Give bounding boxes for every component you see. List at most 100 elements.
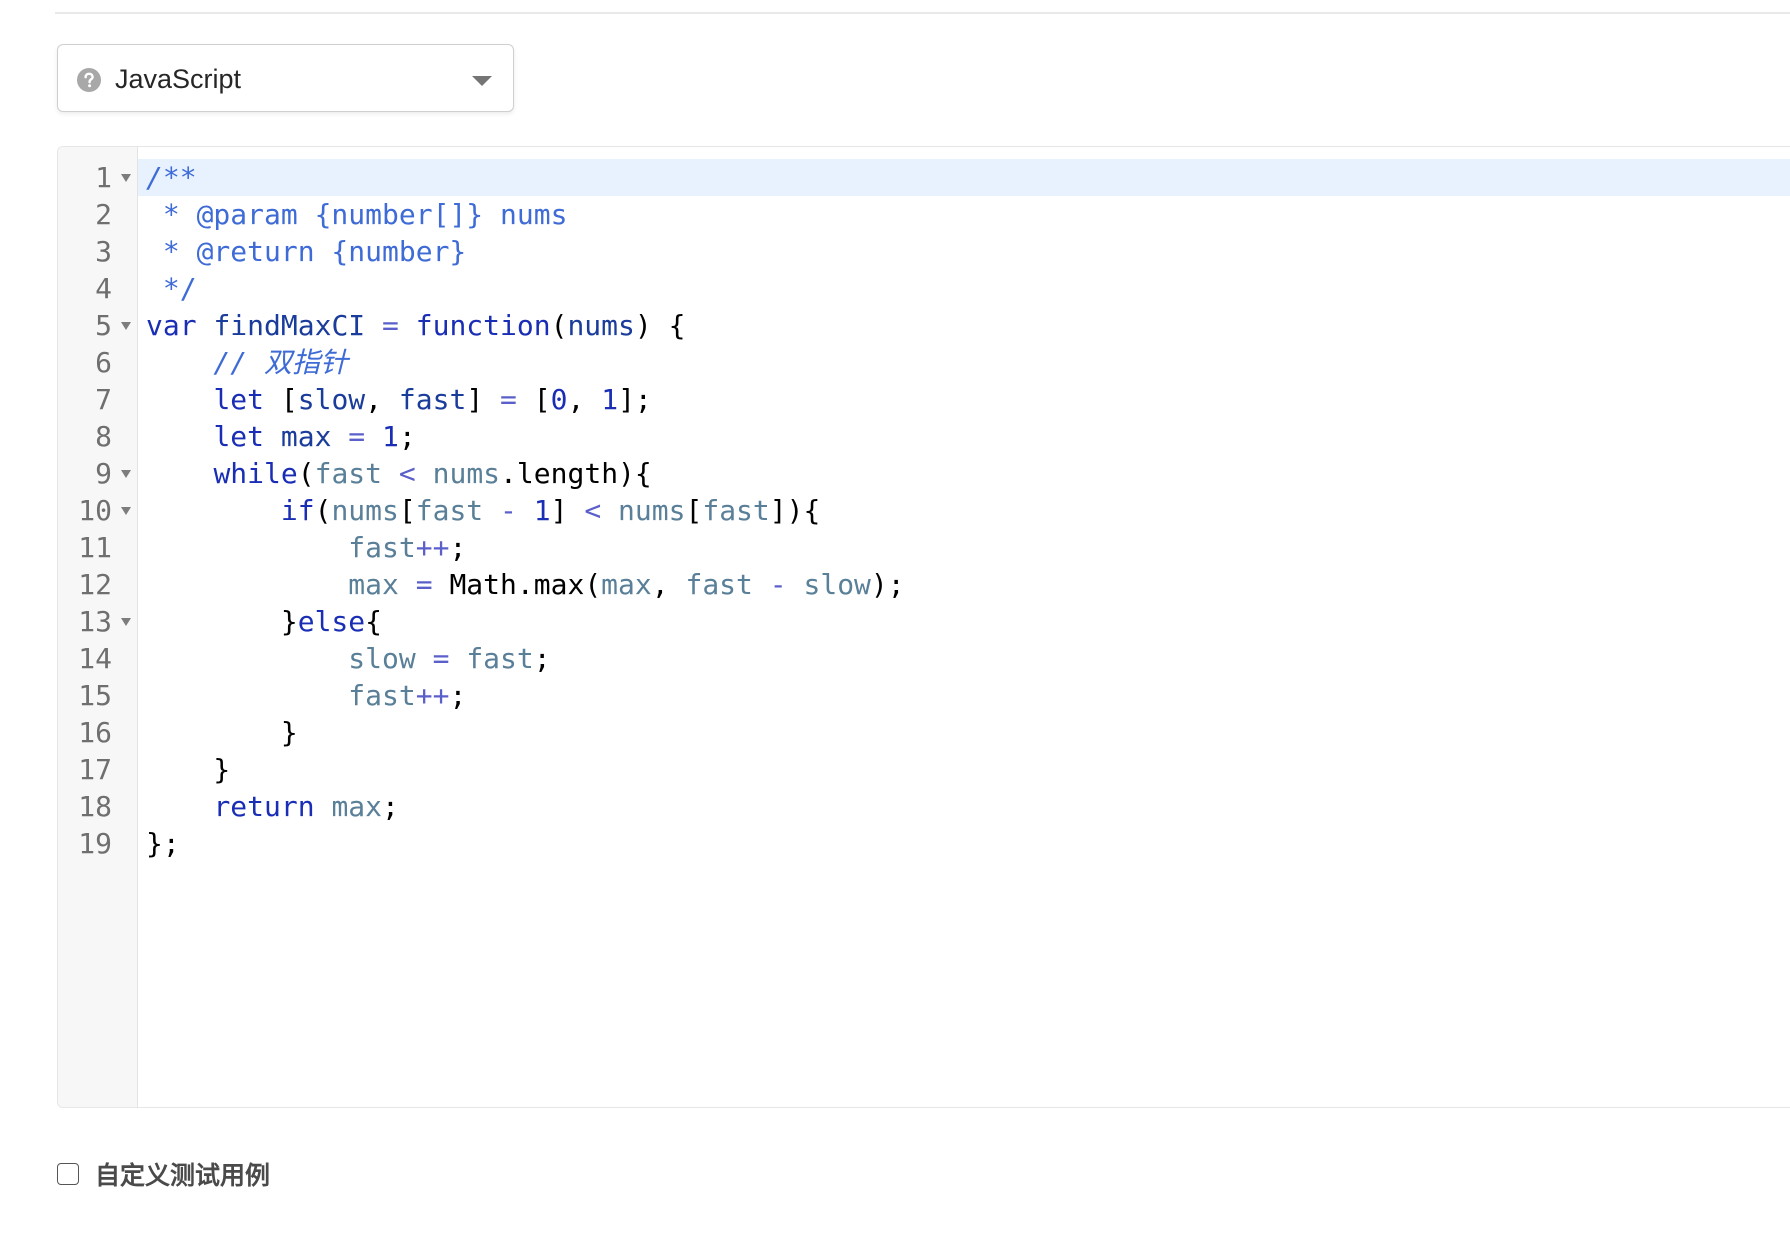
- line-number: 12: [58, 566, 138, 603]
- code-line[interactable]: slow = fast;: [146, 640, 1790, 677]
- code-token: if: [280, 494, 315, 527]
- code-token: max: [348, 568, 399, 601]
- code-content[interactable]: /** * @param {number[]} nums * @return {…: [146, 159, 1790, 862]
- code-token: nums: [432, 457, 501, 490]
- line-number: 5: [58, 307, 138, 344]
- code-token: ]: [466, 383, 501, 416]
- code-token: ;: [398, 420, 416, 453]
- code-token: nums: [331, 494, 399, 527]
- code-token: nums: [567, 309, 635, 342]
- custom-testcase-toggle[interactable]: 自定义测试用例: [57, 1158, 270, 1190]
- fold-arrow-icon[interactable]: [121, 174, 131, 182]
- code-token: let: [213, 383, 265, 416]
- code-line[interactable]: };: [146, 825, 1790, 862]
- code-line[interactable]: /**: [146, 159, 1790, 196]
- language-select[interactable]: JavaScript: [57, 44, 514, 112]
- code-token: -: [752, 568, 804, 601]
- code-token: );: [870, 568, 905, 601]
- line-number: 4: [58, 270, 138, 307]
- code-line[interactable]: fast++;: [146, 677, 1790, 714]
- code-line[interactable]: max = Math.max(max, fast - slow);: [146, 566, 1790, 603]
- line-number-text: 18: [78, 790, 112, 823]
- code-token: // 双指针: [146, 346, 349, 379]
- code-token: }: [146, 753, 231, 786]
- code-line[interactable]: let [slow, fast] = [0, 1];: [146, 381, 1790, 418]
- code-line[interactable]: * @param {number[]} nums: [146, 196, 1790, 233]
- code-token: =: [500, 383, 517, 416]
- code-token: 1: [533, 494, 551, 527]
- code-token: return: [213, 790, 315, 823]
- code-token: }: [146, 605, 298, 638]
- code-token: else: [297, 605, 366, 638]
- code-token: (: [550, 309, 568, 342]
- line-number: 16: [58, 714, 138, 751]
- code-token: slow: [297, 383, 366, 416]
- line-number-text: 3: [95, 235, 112, 268]
- line-number: 1: [58, 159, 138, 196]
- code-line[interactable]: }: [146, 751, 1790, 788]
- code-token: let: [213, 420, 265, 453]
- code-line[interactable]: }else{: [146, 603, 1790, 640]
- line-number-text: 13: [78, 605, 112, 638]
- fold-arrow-icon[interactable]: [121, 507, 131, 515]
- code-token: 0: [550, 383, 568, 416]
- code-token: findMaxCI: [213, 309, 366, 342]
- code-token: (: [297, 457, 315, 490]
- code-token: fast: [398, 383, 467, 416]
- code-line[interactable]: while(fast < nums.length){: [146, 455, 1790, 492]
- line-number-text: 9: [95, 457, 112, 490]
- code-token: ,: [651, 568, 686, 601]
- code-line[interactable]: * @return {number}: [146, 233, 1790, 270]
- line-number: 11: [58, 529, 138, 566]
- code-token: 1: [382, 420, 399, 453]
- custom-testcase-label: 自定义测试用例: [95, 1161, 271, 1190]
- code-token: [: [685, 494, 703, 527]
- fold-arrow-icon[interactable]: [121, 618, 131, 626]
- line-number-text: 15: [78, 679, 112, 712]
- line-number: 14: [58, 640, 138, 677]
- line-numbers: 1 2 3 4 5 6 7 8 9 10 11 12 13 14 15 16 17 18 19: [58, 159, 138, 862]
- code-line[interactable]: if(nums[fast - 1] < nums[fast]){: [146, 492, 1790, 529]
- line-number: 2: [58, 196, 138, 233]
- line-number-text: 14: [78, 642, 112, 675]
- code-token: =: [365, 309, 416, 342]
- code-token: function: [415, 309, 551, 342]
- code-token: fast: [702, 494, 770, 527]
- fold-arrow-icon[interactable]: [121, 322, 131, 330]
- line-number-text: 2: [95, 198, 112, 231]
- code-token: max: [280, 420, 332, 453]
- code-token: Math.max(: [449, 568, 602, 601]
- code-token: [: [264, 383, 298, 416]
- code-token: nums: [618, 494, 686, 527]
- line-number: 18: [58, 788, 138, 825]
- line-number-text: 16: [78, 716, 112, 749]
- code-line[interactable]: }: [146, 714, 1790, 751]
- code-token: [: [516, 383, 551, 416]
- code-line[interactable]: var findMaxCI = function(nums) {: [146, 307, 1790, 344]
- code-token: ]: [550, 494, 585, 527]
- code-token: fast: [348, 531, 416, 564]
- code-editor[interactable]: 1 2 3 4 5 6 7 8 9 10 11 12 13 14 15 16 17 18 19 /** * @par…: [57, 146, 1790, 1108]
- code-token: 1: [601, 383, 619, 416]
- line-number: 15: [58, 677, 138, 714]
- code-line[interactable]: */: [146, 270, 1790, 307]
- code-token: ;: [449, 679, 467, 712]
- custom-testcase-checkbox[interactable]: [57, 1163, 79, 1185]
- line-number-text: 19: [78, 827, 112, 860]
- line-number: 19: [58, 825, 138, 862]
- code-token: max: [601, 568, 652, 601]
- code-line[interactable]: fast++;: [146, 529, 1790, 566]
- code-token: var: [146, 309, 197, 342]
- line-number: 6: [58, 344, 138, 381]
- code-line[interactable]: let max = 1;: [146, 418, 1790, 455]
- code-token: ,: [365, 383, 399, 416]
- code-line[interactable]: // 双指针: [146, 344, 1790, 381]
- code-token: <: [584, 494, 602, 527]
- code-token: }: [146, 716, 298, 749]
- fold-arrow-icon[interactable]: [121, 470, 131, 478]
- code-token: =: [415, 642, 467, 675]
- code-line[interactable]: return max;: [146, 788, 1790, 825]
